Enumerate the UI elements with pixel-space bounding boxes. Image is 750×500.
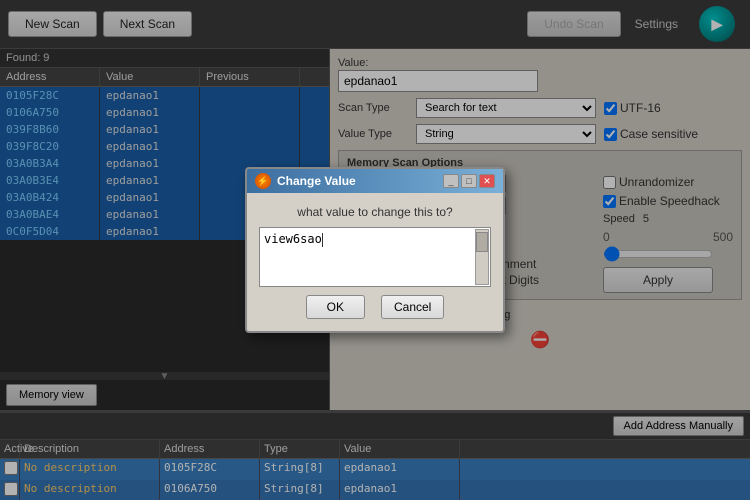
modal-ok-button[interactable]: OK (306, 295, 365, 319)
modal-cursor (322, 233, 323, 247)
modal-minimize-button[interactable]: _ (443, 174, 459, 188)
modal-title: Change Value (277, 174, 356, 188)
modal-titlebar: ⚡ Change Value _ □ ✕ (247, 169, 503, 193)
modal-cancel-button[interactable]: Cancel (381, 295, 444, 319)
modal-input-text: view6sao (264, 232, 486, 247)
modal-controls: _ □ ✕ (443, 174, 495, 188)
modal-close-button[interactable]: ✕ (479, 174, 495, 188)
modal-input-value: view6sao (264, 232, 322, 246)
modal-prompt: what value to change this to? (259, 205, 491, 219)
change-value-modal: ⚡ Change Value _ □ ✕ what value to chang… (245, 167, 505, 333)
modal-body: what value to change this to? view6sao O… (247, 193, 503, 331)
modal-scrollbar[interactable] (475, 229, 489, 285)
modal-scroll-thumb (476, 232, 488, 252)
modal-overlay: ⚡ Change Value _ □ ✕ what value to chang… (0, 0, 750, 500)
modal-title-left: ⚡ Change Value (255, 173, 356, 189)
modal-buttons: OK Cancel (259, 295, 491, 319)
modal-maximize-button[interactable]: □ (461, 174, 477, 188)
modal-title-icon: ⚡ (255, 173, 271, 189)
modal-input-area[interactable]: view6sao (259, 227, 491, 287)
